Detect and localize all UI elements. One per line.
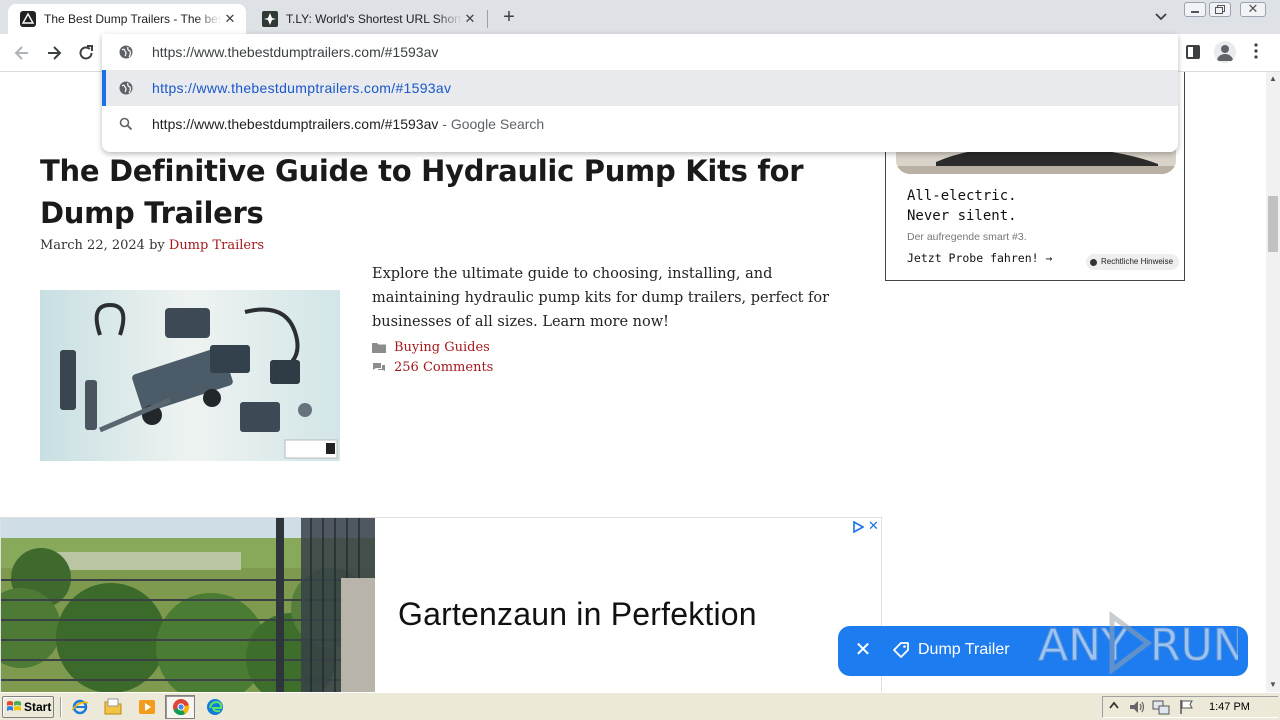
- selection-indicator: [102, 70, 106, 106]
- tab-title: T.LY: World's Shortest URL Shortener: [286, 12, 462, 26]
- scrollbar-thumb[interactable]: [1268, 196, 1278, 252]
- profile-avatar-icon[interactable]: [1214, 41, 1236, 63]
- close-icon[interactable]: ✕: [852, 639, 874, 661]
- taskbar-clock: 1:47 PM: [1209, 701, 1250, 713]
- scroll-up-icon[interactable]: ▲: [1268, 74, 1278, 84]
- chrome-menu-icon[interactable]: [1254, 43, 1258, 59]
- start-button[interactable]: Start: [2, 696, 54, 718]
- close-window-button[interactable]: ✕: [1240, 1, 1266, 17]
- ad-cta-label: Jetzt Probe fahren!: [907, 251, 1039, 265]
- tab-strip: The Best Dump Trailers - The best dump ✕…: [0, 0, 1280, 34]
- globe-icon: [118, 44, 134, 60]
- restore-window-button[interactable]: [1209, 2, 1231, 17]
- volume-icon[interactable]: [1128, 698, 1146, 716]
- suggestion-search-suffix: - Google Search: [438, 116, 545, 132]
- side-panel-icon[interactable]: [1186, 45, 1200, 59]
- suggestion-url-text: https://www.thebestdumptrailers.com/#159…: [152, 80, 452, 96]
- tab-close-icon[interactable]: ✕: [462, 11, 478, 27]
- ad-legal-notice-button[interactable]: Rechtliche Hinweise: [1086, 254, 1180, 270]
- address-bar-value: https://www.thebestdumptrailers.com/#159…: [152, 44, 439, 60]
- adchoices-icon[interactable]: [852, 521, 864, 533]
- floating-button-label: Dump Trailer: [918, 641, 1010, 658]
- ad-garden-fence-image: [1, 518, 375, 692]
- post-date: March 22, 2024: [40, 238, 145, 253]
- post-excerpt: Explore the ultimate guide to choosing, …: [372, 266, 830, 330]
- comments-icon: [372, 362, 386, 374]
- chrome-icon[interactable]: [172, 698, 190, 716]
- back-arrow-icon[interactable]: [11, 42, 33, 64]
- suggestion-search-query: https://www.thebestdumptrailers.com/#159…: [152, 116, 439, 132]
- page-viewport: All-electric. Never silent. Der aufregen…: [0, 72, 1266, 692]
- edge-icon[interactable]: [206, 698, 224, 716]
- page-scrollbar[interactable]: ▲ ▼: [1266, 72, 1280, 692]
- tab-title: The Best Dump Trailers - The best dump: [44, 12, 222, 26]
- omnibox-suggestion-search[interactable]: https://www.thebestdumptrailers.com/#159…: [102, 106, 1178, 142]
- folder-icon: [372, 342, 386, 354]
- ad-subline: Der aufregende smart #3.: [907, 231, 1027, 243]
- tab-search-chevron-icon[interactable]: [1152, 9, 1170, 25]
- arrow-right-icon: →: [1045, 251, 1053, 265]
- tab-best-dump-trailers[interactable]: The Best Dump Trailers - The best dump ✕: [8, 4, 246, 34]
- reload-icon[interactable]: [75, 42, 97, 64]
- ad-headline: Gartenzaun in Perfektion: [398, 596, 757, 632]
- tab-separator: [487, 10, 488, 28]
- omnibox-suggestion-url[interactable]: https://www.thebestdumptrailers.com/#159…: [102, 70, 1178, 106]
- omnibox-dropdown: https://www.thebestdumptrailers.com/#159…: [102, 34, 1178, 152]
- anyrun-watermark-logo: ANY RUN: [1038, 611, 1238, 675]
- globe-icon: [118, 80, 134, 96]
- tab-close-icon[interactable]: ✕: [222, 11, 238, 27]
- ad-legal-label: Rechtliche Hinweise: [1101, 257, 1174, 266]
- ad-headline-line2: Never silent.: [907, 208, 1017, 224]
- post-author-link[interactable]: Dump Trailers: [169, 238, 264, 253]
- address-bar-input[interactable]: https://www.thebestdumptrailers.com/#159…: [102, 34, 1178, 70]
- ad-headline-line1: All-electric.: [907, 188, 1017, 204]
- info-dot-icon: [1090, 258, 1097, 266]
- action-center-flag-icon[interactable]: [1178, 698, 1196, 716]
- watermark-any: ANY: [1038, 620, 1128, 671]
- new-tab-icon[interactable]: +: [498, 7, 520, 29]
- post-meta: March 22, 2024 by Dump Trailers: [40, 238, 264, 253]
- windows-taskbar: Start 1:47 PM: [0, 692, 1280, 720]
- minimize-window-button[interactable]: [1184, 2, 1206, 17]
- ad-close-icon[interactable]: ✕: [868, 518, 880, 534]
- forward-arrow-icon[interactable]: [43, 42, 65, 64]
- category-link[interactable]: Buying Guides: [394, 340, 490, 355]
- tly-favicon-icon: [262, 11, 278, 27]
- site-favicon-icon: [20, 11, 36, 27]
- ad-cta-link[interactable]: Jetzt Probe fahren! →: [907, 251, 1052, 265]
- watermark-run: RUN: [1150, 620, 1238, 671]
- bottom-advertisement[interactable]: Gartenzaun in Perfektion ✕: [0, 517, 882, 692]
- scroll-down-icon[interactable]: ▼: [1268, 680, 1278, 690]
- post-category: Buying Guides: [372, 340, 490, 355]
- taskbar-separator: [60, 697, 62, 717]
- tab-tly[interactable]: T.LY: World's Shortest URL Shortener ✕: [250, 4, 486, 34]
- media-player-icon[interactable]: [138, 698, 156, 716]
- start-label: Start: [24, 700, 52, 714]
- post-by: by: [144, 238, 169, 253]
- post-title-link[interactable]: The Definitive Guide to Hydraulic Pump K…: [40, 150, 830, 234]
- network-icon[interactable]: [1152, 698, 1170, 716]
- windows-logo-icon: [7, 701, 21, 711]
- internet-explorer-icon[interactable]: [71, 698, 89, 716]
- tag-icon: [893, 642, 909, 658]
- post-featured-image[interactable]: [40, 290, 340, 461]
- comments-link[interactable]: 256 Comments: [394, 360, 493, 375]
- search-icon: [118, 116, 134, 132]
- show-hidden-icons-arrow-icon[interactable]: [1108, 698, 1120, 716]
- file-explorer-icon[interactable]: [104, 698, 122, 716]
- post-comments: 256 Comments: [372, 360, 493, 375]
